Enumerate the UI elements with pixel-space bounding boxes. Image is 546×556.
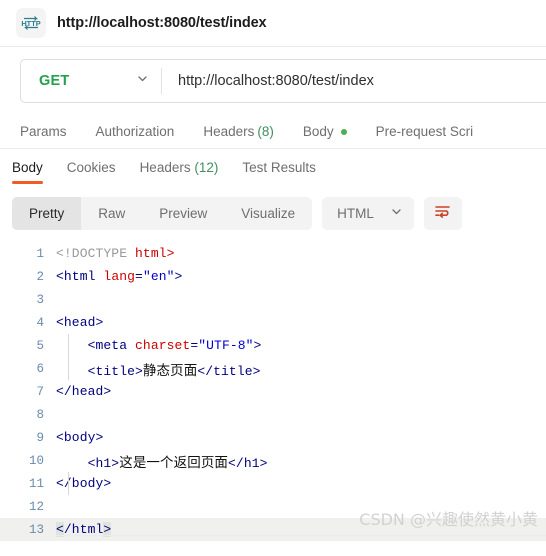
code-token-doctype: <!DOCTYPE (56, 246, 136, 261)
http-method-selector[interactable]: GET (21, 60, 161, 102)
code-content: </head> (56, 384, 112, 399)
line-number: 9 (36, 430, 44, 445)
line-number: 1 (36, 246, 44, 261)
response-tabs: Body Cookies Headers (12) Test Results (0, 149, 546, 191)
code-line: 6 <title>静态页面</title> (0, 357, 546, 380)
response-tab-label: Headers (139, 160, 191, 175)
code-content: <html lang="en"> (56, 269, 182, 284)
wrap-lines-icon (434, 203, 451, 225)
request-url-bar: GET http://localhost:8080/test/index (20, 59, 546, 103)
code-line: 11 </body> (0, 472, 546, 495)
line-number: 10 (28, 453, 44, 468)
code-content: <h1>这是一个返回页面</h1> (56, 451, 268, 471)
request-tab-label: Authorization (95, 124, 175, 139)
csdn-watermark: CSDN @兴趣使然黄小黄 (359, 510, 538, 529)
line-number: 8 (36, 407, 44, 422)
line-number: 5 (36, 338, 44, 353)
svg-text:HTTP: HTTP (21, 19, 40, 28)
body-modified-dot-icon (340, 128, 347, 135)
line-number: 3 (36, 292, 44, 307)
view-mode-pretty[interactable]: Pretty (12, 197, 82, 230)
response-tab-test-results[interactable]: Test Results (242, 149, 316, 175)
request-tab-label: Pre-request Scri (375, 124, 474, 139)
url-input[interactable]: http://localhost:8080/test/index (162, 73, 546, 89)
code-line: 10 <h1>这是一个返回页面</h1> (0, 449, 546, 472)
window-tab-strip: HTTP http://localhost:8080/test/index (0, 0, 546, 47)
request-tab-params[interactable]: Params (20, 124, 67, 139)
response-tab-label: Cookies (66, 160, 116, 175)
request-tab-label: Headers (203, 124, 255, 139)
response-tab-label: Test Results (242, 160, 316, 175)
chevron-down-icon (136, 72, 149, 90)
code-line: 5 <meta charset="UTF-8"> (0, 334, 546, 357)
code-token-tag: <title> (56, 363, 143, 379)
code-token-tag: <h1> (56, 455, 120, 471)
wrap-lines-button[interactable] (423, 197, 462, 230)
code-token-eq: = (135, 269, 143, 284)
request-tab-headers[interactable]: Headers (8) (203, 124, 274, 139)
tab-title[interactable]: http://localhost:8080/test/index (57, 15, 267, 31)
view-mode-raw[interactable]: Raw (81, 197, 142, 230)
code-content: <head> (56, 315, 104, 330)
request-tabs: Params Authorization Headers (8) Body Pr… (0, 115, 546, 149)
code-token-attr: charset (135, 338, 191, 353)
editor-bottom-rule (56, 535, 546, 536)
code-token-value: "UTF-8" (198, 338, 254, 353)
response-body-code-editor[interactable]: 1 <!DOCTYPE html> 2 <html lang="en"> 3 4… (0, 238, 546, 542)
code-token-value: "en" (142, 269, 175, 284)
code-token-doctype-name: html> (135, 246, 175, 261)
line-number: 6 (36, 361, 44, 376)
code-token-tag-close: </h1> (228, 455, 268, 471)
code-token-tag-close: > (174, 269, 183, 284)
code-token-tag-close: </title> (197, 363, 261, 379)
indent-guide (68, 334, 69, 380)
indent-guide (68, 472, 69, 495)
chevron-down-icon (390, 205, 403, 223)
code-token-tag: <html (56, 269, 104, 284)
response-format-select[interactable]: HTML (322, 197, 414, 230)
code-line: 1 <!DOCTYPE html> (0, 242, 546, 265)
response-format-label: HTML (337, 206, 374, 221)
view-mode-visualize[interactable]: Visualize (224, 197, 312, 230)
code-line: 7 </head> (0, 380, 546, 403)
request-tab-label: Params (20, 124, 67, 139)
code-content: <body> (56, 430, 104, 445)
code-line: 3 (0, 288, 546, 311)
code-content: </body> (56, 476, 112, 491)
line-number: 12 (28, 499, 44, 514)
code-content: <meta charset="UTF-8"> (56, 338, 262, 353)
response-viewer-toolbar: Pretty Raw Preview Visualize HTML (0, 191, 546, 238)
request-tab-label: Body (302, 124, 334, 139)
code-line: 9 <body> (0, 426, 546, 449)
response-tab-body[interactable]: Body (12, 149, 43, 184)
code-line: 4 <head> (0, 311, 546, 334)
code-content: <!DOCTYPE html> (56, 246, 175, 261)
response-view-mode-group: Pretty Raw Preview Visualize (12, 197, 313, 230)
code-token-text: 静态页面 (142, 362, 198, 379)
code-line: 2 <html lang="en"> (0, 265, 546, 288)
line-number: 7 (36, 384, 44, 399)
line-number: 13 (28, 522, 44, 537)
code-token-attr: lang (103, 269, 136, 284)
view-mode-preview[interactable]: Preview (142, 197, 224, 230)
response-tab-headers[interactable]: Headers (12) (140, 149, 219, 175)
code-token-tag-close: > (253, 338, 262, 353)
code-token-text: 这是一个返回页面 (119, 454, 229, 471)
request-url-bar-container: GET http://localhost:8080/test/index (0, 47, 546, 115)
code-content: <title>静态页面</title> (56, 359, 261, 379)
line-number: 4 (36, 315, 44, 330)
line-number: 11 (28, 476, 44, 491)
response-tab-label: Body (12, 160, 43, 175)
http-method-label: GET (39, 73, 70, 89)
request-tab-authorization[interactable]: Authorization (96, 124, 175, 139)
response-tab-cookies[interactable]: Cookies (67, 149, 116, 175)
response-tab-headers-count: (12) (194, 160, 219, 175)
code-line: 8 (0, 403, 546, 426)
request-tab-body[interactable]: Body (303, 124, 347, 139)
request-tab-headers-count: (8) (257, 124, 274, 139)
request-tab-pre-request-script[interactable]: Pre-request Scri (376, 124, 474, 139)
line-number: 2 (36, 269, 44, 284)
http-protocol-icon: HTTP (16, 8, 46, 38)
